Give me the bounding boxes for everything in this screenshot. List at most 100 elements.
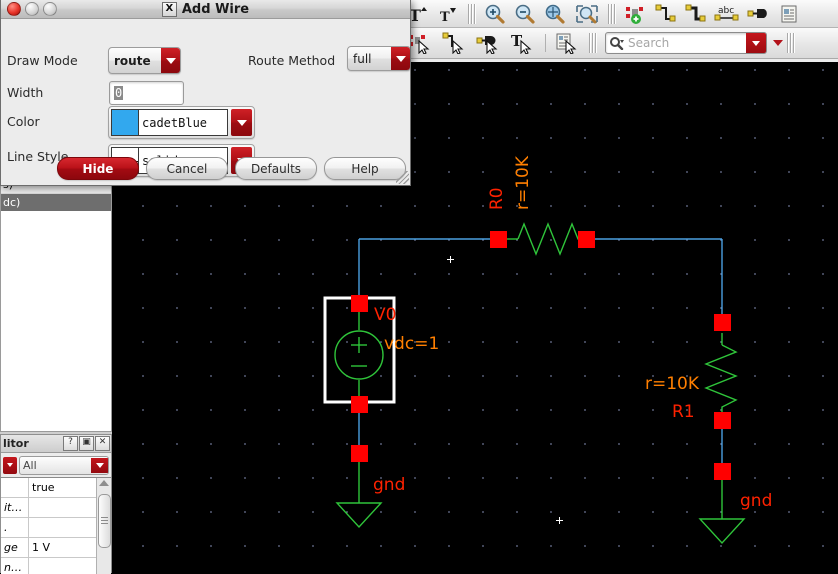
toolbar-grip[interactable]	[467, 3, 477, 24]
zoom-fit-icon[interactable]	[540, 2, 570, 26]
search-options-chevron-icon[interactable]	[773, 40, 783, 46]
pin-v0-bottom	[351, 396, 368, 413]
svg-text:T: T	[440, 10, 450, 23]
table-row[interactable]: it…	[1, 498, 111, 518]
label-r1: R1	[672, 402, 695, 422]
add-wire-icon[interactable]	[650, 2, 680, 26]
table-row[interactable]: .	[1, 518, 111, 538]
property-table[interactable]: true it… . ge 1 V n…	[1, 477, 111, 574]
color-select[interactable]: cadetBlue	[108, 106, 255, 139]
scrollbar-thumb[interactable]	[98, 494, 111, 548]
add-instance-icon[interactable]	[620, 2, 650, 26]
pin-gnd-right	[714, 463, 731, 480]
toolbar-grip-3[interactable]	[588, 33, 598, 53]
search-box[interactable]: Search	[605, 32, 767, 54]
color-swatch-field[interactable]: cadetBlue	[111, 109, 228, 136]
add-note-icon[interactable]	[774, 2, 804, 26]
hierarchy-tree-panel[interactable]: s) dc)	[0, 176, 112, 432]
pin-r0-left	[490, 231, 507, 248]
scroll-up-icon[interactable]	[99, 480, 109, 486]
dialog-title: Add Wire	[181, 1, 250, 17]
property-editor-filter-bar: All	[1, 453, 111, 477]
zoom-out-icon[interactable]	[510, 2, 540, 26]
param-v0: vdc=1	[384, 334, 439, 354]
help-button[interactable]: Help	[324, 157, 406, 180]
search-dropdown-button[interactable]	[746, 33, 766, 53]
r1-body-zigzag	[704, 344, 738, 414]
component-ground-right[interactable]	[698, 463, 746, 545]
filter-select-value: All	[23, 458, 37, 472]
property-name: ge	[1, 538, 29, 557]
scrollbar-grip-icon	[101, 517, 108, 524]
select-text-icon[interactable]: T	[506, 31, 540, 55]
component-resistor-r0[interactable]	[490, 222, 595, 256]
property-table-scrollbar[interactable]	[96, 478, 111, 574]
add-wire-dialog[interactable]: X Add Wire Draw Mode route Route Method …	[0, 0, 411, 186]
add-pin-icon[interactable]	[744, 2, 774, 26]
r0-body-zigzag	[517, 222, 583, 256]
table-row[interactable]: n…	[1, 558, 111, 574]
width-input[interactable]: 0	[109, 81, 184, 105]
select-note-icon[interactable]	[551, 31, 585, 55]
toolbar-grip-4[interactable]	[786, 33, 796, 53]
chevron-down-icon	[165, 57, 176, 64]
route-method-label: Route Method	[248, 53, 336, 68]
chevron-down-icon	[236, 119, 247, 126]
select-wire-icon[interactable]	[438, 31, 472, 55]
dialog-body: Draw Mode route Route Method full Width …	[1, 19, 410, 185]
add-bus-icon[interactable]	[680, 2, 710, 26]
gnd-left-triangle	[335, 502, 383, 529]
zoom-region-icon[interactable]	[570, 2, 604, 26]
minimize-button[interactable]	[25, 2, 39, 16]
route-method-select[interactable]: full	[347, 46, 410, 71]
color-dropdown-arrow[interactable]	[231, 109, 252, 136]
pin-v0-top	[351, 295, 368, 312]
width-input-value: 0	[114, 86, 124, 100]
add-label-icon[interactable]: abc	[710, 2, 744, 26]
property-name: it…	[1, 498, 29, 517]
table-row[interactable]: true	[1, 478, 111, 498]
route-method-value: full	[353, 51, 372, 66]
filter-select[interactable]: All	[19, 455, 109, 475]
hide-button[interactable]: Hide	[57, 157, 139, 180]
undock-button[interactable]: ▣	[79, 436, 94, 451]
draw-mode-dropdown-arrow[interactable]	[161, 48, 180, 73]
table-row[interactable]: ge 1 V	[1, 538, 111, 558]
close-button[interactable]	[7, 2, 21, 16]
dialog-resize-grip[interactable]	[396, 171, 409, 184]
gnd-right-triangle	[698, 518, 746, 545]
close-panel-button[interactable]: ✕	[95, 436, 110, 451]
pin-gnd-left	[351, 445, 368, 462]
maximize-button[interactable]	[43, 2, 57, 16]
pin-r1-top	[714, 314, 731, 331]
wire-net-group	[358, 238, 723, 471]
color-value: cadetBlue	[142, 115, 208, 130]
search-input[interactable]: Search	[628, 34, 746, 52]
tree-item-1[interactable]: dc)	[1, 194, 111, 211]
help-button[interactable]: ?	[63, 436, 78, 451]
toolbar-grip-2[interactable]	[607, 3, 617, 24]
filter-select-arrow[interactable]	[91, 457, 108, 473]
chevron-down-icon	[752, 40, 760, 46]
chevron-down-icon	[395, 55, 406, 62]
chevron-down-icon	[95, 462, 104, 468]
param-r1: r=10K	[645, 374, 700, 394]
dialog-titlebar[interactable]: X Add Wire	[1, 0, 410, 19]
dialog-title-group: X Add Wire	[1, 0, 410, 18]
defaults-button[interactable]: Defaults	[235, 157, 317, 180]
property-editor-title: litor	[3, 437, 29, 450]
color-swatch	[112, 110, 139, 135]
label-v0: V0	[374, 305, 396, 325]
dialog-button-bar: Hide Cancel Defaults Help	[57, 157, 406, 180]
chevron-down-icon	[7, 463, 13, 467]
filter-menu-button[interactable]	[3, 456, 17, 474]
draw-mode-label: Draw Mode	[7, 53, 78, 68]
route-method-dropdown-arrow[interactable]	[391, 47, 410, 70]
component-resistor-r1[interactable]	[704, 314, 738, 429]
cancel-button[interactable]: Cancel	[146, 157, 228, 180]
draw-mode-select[interactable]: route	[108, 47, 181, 74]
param-r0: r=10K	[513, 155, 533, 210]
text-decrease-icon[interactable]: T	[434, 2, 464, 26]
zoom-in-icon[interactable]	[480, 2, 510, 26]
select-pin-icon[interactable]	[472, 31, 506, 55]
